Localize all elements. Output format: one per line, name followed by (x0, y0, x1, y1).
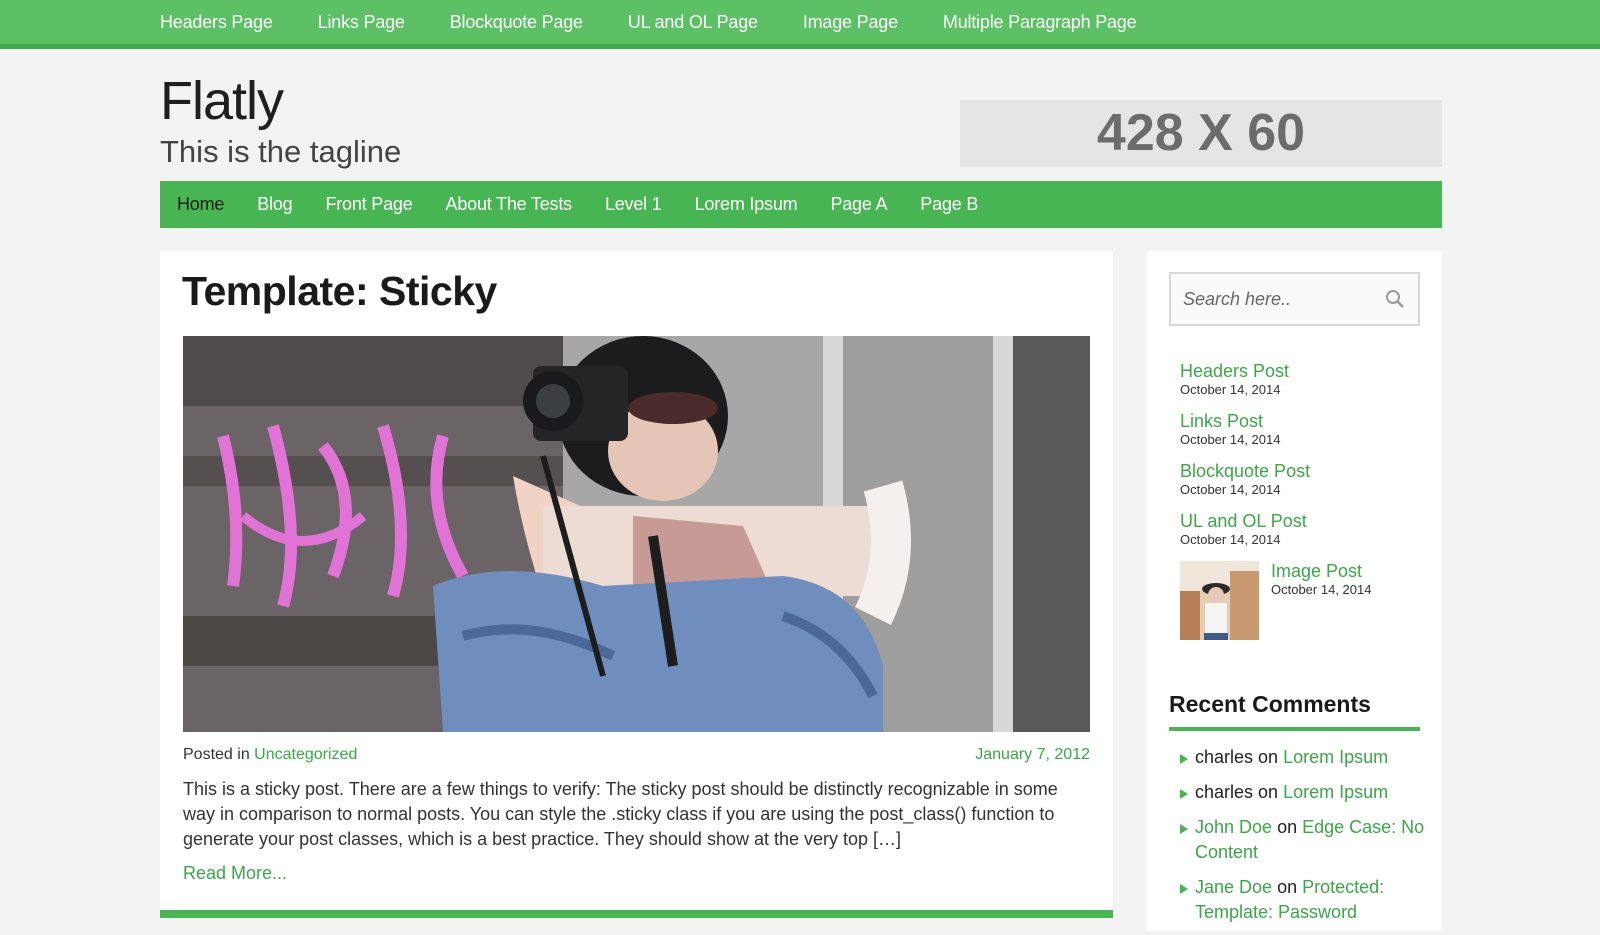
bullet-arrow-icon (1180, 754, 1188, 764)
list-item: Image Post October 14, 2014 (1180, 561, 1430, 641)
main-nav-about-the-tests[interactable]: About The Tests (446, 181, 573, 228)
main-nav-page-a[interactable]: Page A (830, 181, 887, 228)
list-item: Jane Doe on Protected: Template: Passwor… (1180, 875, 1425, 925)
comment-author-link[interactable]: Jane Doe (1195, 877, 1272, 897)
bullet-arrow-icon (1180, 824, 1188, 834)
site-tagline: This is the tagline (160, 134, 402, 169)
comment-author: charles (1195, 782, 1254, 802)
top-nav-links-page[interactable]: Links Page (318, 10, 405, 34)
top-nav-ul-ol-page[interactable]: UL and OL Page (628, 10, 758, 34)
list-item: charles on Lorem Ipsum (1180, 780, 1425, 805)
comment-post-link[interactable]: Lorem Ipsum (1283, 747, 1388, 767)
recent-post-date: October 14, 2014 (1180, 532, 1281, 547)
recent-comments-divider (1169, 727, 1420, 731)
read-more-link[interactable]: Read More... (183, 863, 287, 884)
recent-comments-list: charles on Lorem Ipsum charles on Lorem … (1180, 745, 1425, 935)
comment-on-label: on (1277, 817, 1298, 837)
main-nav-front-page[interactable]: Front Page (325, 181, 412, 228)
comment-on-label: on (1258, 782, 1279, 802)
site-title[interactable]: Flatly (160, 70, 284, 132)
main-nav-lorem-ipsum[interactable]: Lorem Ipsum (695, 181, 798, 228)
recent-post-date: October 14, 2014 (1180, 482, 1281, 497)
search-icon[interactable] (1384, 288, 1406, 310)
comment-on-label: on (1277, 877, 1298, 897)
bullet-arrow-icon (1180, 789, 1188, 799)
post-title[interactable]: Template: Sticky (182, 268, 497, 315)
recent-post-title[interactable]: UL and OL Post (1180, 511, 1430, 532)
top-nav-multiple-paragraph-page[interactable]: Multiple Paragraph Page (943, 10, 1137, 34)
list-item: John Doe on Edge Case: No Content (1180, 815, 1425, 865)
post-meta: Posted in Uncategorized January 7, 2012 (183, 746, 1090, 764)
top-nav-headers-page[interactable]: Headers Page (160, 10, 273, 34)
search-input[interactable] (1171, 274, 1371, 325)
recent-posts-list: Headers Post October 14, 2014 Links Post… (1180, 361, 1430, 641)
comment-on-label: on (1258, 747, 1279, 767)
post-bottom-bar (160, 910, 1113, 918)
main-navigation: Home Blog Front Page About The Tests Lev… (160, 181, 1442, 228)
recent-post-date: October 14, 2014 (1271, 582, 1372, 597)
list-item: UL and OL Post October 14, 2014 (1180, 511, 1430, 561)
recent-post-title[interactable]: Headers Post (1180, 361, 1430, 382)
sidebar: Headers Post October 14, 2014 Links Post… (1147, 251, 1442, 931)
comment-author: charles (1195, 747, 1254, 767)
photographer-photo (183, 336, 1090, 732)
image-post-thumbnail[interactable] (1180, 561, 1259, 640)
search-box (1169, 272, 1420, 326)
bullet-arrow-icon (1180, 884, 1188, 894)
top-nav-blockquote-page[interactable]: Blockquote Page (450, 10, 583, 34)
posted-in-label: Posted in (183, 746, 250, 763)
main-nav-blog[interactable]: Blog (257, 181, 292, 228)
recent-comments-heading: Recent Comments (1169, 691, 1371, 717)
post-category-link[interactable]: Uncategorized (254, 746, 357, 763)
main-nav-home[interactable]: Home (177, 181, 224, 228)
ad-placeholder[interactable]: 428 X 60 (960, 100, 1442, 167)
main-nav-page-b[interactable]: Page B (920, 181, 978, 228)
list-item: charles on Lorem Ipsum (1180, 745, 1425, 770)
top-nav-image-page[interactable]: Image Page (803, 10, 898, 34)
recent-post-title[interactable]: Blockquote Post (1180, 461, 1430, 482)
comment-post-link[interactable]: Lorem Ipsum (1283, 782, 1388, 802)
recent-post-title[interactable]: Image Post (1271, 561, 1371, 582)
list-item: Headers Post October 14, 2014 (1180, 361, 1430, 411)
post-excerpt: This is a sticky post. There are a few t… (183, 779, 1058, 849)
recent-post-date: October 14, 2014 (1180, 432, 1281, 447)
recent-post-title[interactable]: Links Post (1180, 411, 1430, 432)
post-featured-image[interactable] (183, 336, 1090, 732)
top-navigation-bar: Headers Page Links Page Blockquote Page … (0, 0, 1600, 49)
recent-post-date: October 14, 2014 (1180, 382, 1281, 397)
comment-author-link[interactable]: John Doe (1195, 817, 1272, 837)
list-item: Blockquote Post October 14, 2014 (1180, 461, 1430, 511)
post-card: Template: Sticky Posted in Uncategorized… (160, 251, 1113, 911)
list-item: Links Post October 14, 2014 (1180, 411, 1430, 461)
post-date[interactable]: January 7, 2012 (975, 746, 1090, 764)
main-nav-level-1[interactable]: Level 1 (605, 181, 662, 228)
